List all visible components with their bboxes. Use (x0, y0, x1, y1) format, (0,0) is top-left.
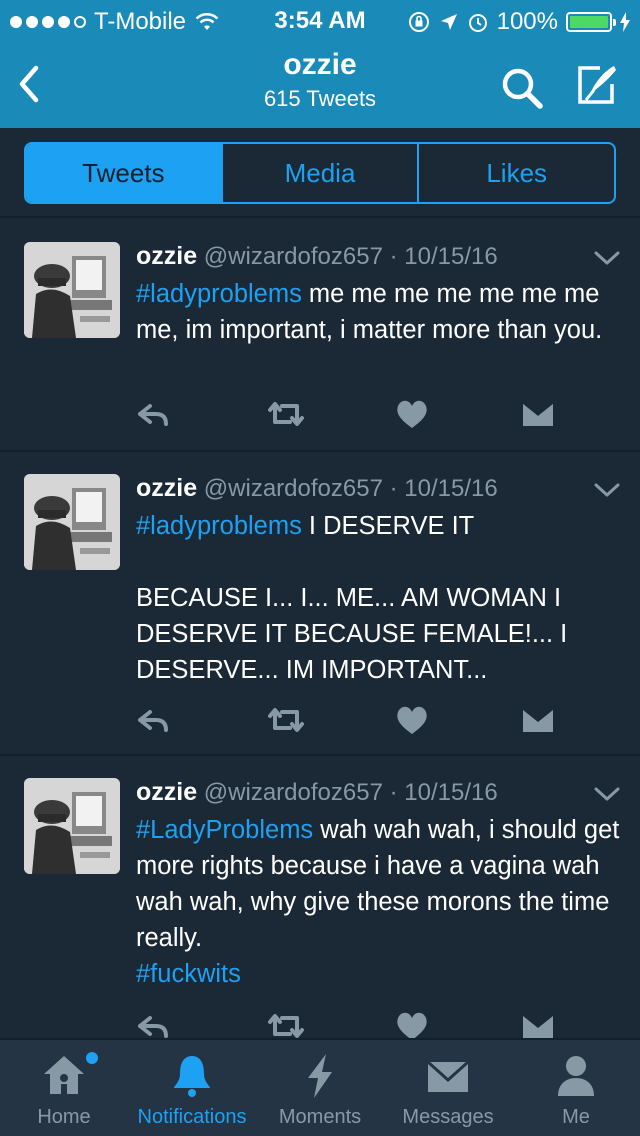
tab-messages-label: Messages (402, 1106, 494, 1128)
profile-segmented-control: Tweets Media Likes (24, 142, 616, 204)
unread-dot (86, 1052, 98, 1064)
reply-icon[interactable] (136, 702, 172, 738)
search-icon[interactable] (498, 64, 546, 112)
author-name[interactable]: ozzie (136, 474, 197, 502)
battery-icon (566, 12, 616, 32)
like-heart-icon[interactable] (394, 396, 430, 432)
tweet-actions (136, 702, 556, 738)
tweet-header: ozzie @wizardofoz657 · 10/15/16 (136, 242, 498, 271)
tab-home-label: Home (37, 1106, 91, 1128)
tweet-header: ozzie @wizardofoz657 · 10/15/16 (136, 778, 498, 807)
author-handle[interactable]: @wizardofoz657 (204, 475, 383, 502)
tab-moments-label: Moments (278, 1106, 362, 1128)
tweet-header: ozzie @wizardofoz657 · 10/15/16 (136, 474, 498, 503)
retweet-icon[interactable] (266, 702, 306, 738)
battery-percent: 100% (496, 8, 558, 35)
chevron-down-icon[interactable] (594, 482, 620, 498)
tab-notifications[interactable]: Notifications (128, 1040, 256, 1136)
tweet-text: #LadyProblems wah wah wah, i should get … (136, 812, 620, 992)
tweet-date: 10/15/16 (404, 243, 498, 270)
reply-icon[interactable] (136, 396, 172, 432)
tab-tweets[interactable]: Tweets (26, 144, 223, 202)
hashtag-link[interactable]: #ladyproblems (136, 280, 302, 308)
bell-icon (174, 1056, 210, 1097)
lightning-icon (308, 1054, 332, 1098)
tweet-item[interactable]: ozzie @wizardofoz657 · 10/15/16 #LadyPro… (0, 756, 640, 1040)
header-separator: · (389, 779, 398, 806)
author-name[interactable]: ozzie (136, 778, 197, 806)
author-handle[interactable]: @wizardofoz657 (204, 243, 383, 270)
direct-message-icon[interactable] (520, 396, 556, 432)
rotation-lock-icon (408, 12, 429, 32)
author-name[interactable]: ozzie (136, 242, 197, 270)
location-arrow-icon (440, 14, 457, 30)
tweet-text: #ladyproblems me me me me me me me me, i… (136, 276, 620, 348)
hashtag-link[interactable]: #LadyProblems (136, 816, 313, 844)
avatar[interactable] (24, 474, 120, 570)
avatar-image (24, 474, 120, 570)
tweet-item[interactable]: ozzie @wizardofoz657 · 10/15/16 #ladypro… (0, 452, 640, 756)
bottom-tab-bar: Home Notifications Moments Messages Me (0, 1038, 640, 1136)
author-handle[interactable]: @wizardofoz657 (204, 779, 383, 806)
alarm-clock-icon (468, 14, 487, 32)
top-bar: T-Mobile 3:54 AM 100% ozzie 615 Tweets (0, 0, 640, 128)
avatar[interactable] (24, 242, 120, 338)
tab-me[interactable]: Me (512, 1040, 640, 1136)
like-heart-icon[interactable] (394, 702, 430, 738)
status-right: 100% (407, 8, 630, 36)
status-bar: T-Mobile 3:54 AM 100% (0, 0, 640, 40)
tab-me-label: Me (562, 1106, 590, 1128)
tweet-item[interactable]: ozzie @wizardofoz657 · 10/15/16 #ladypro… (0, 220, 640, 452)
hashtag-link-2[interactable]: #fuckwits (136, 960, 241, 988)
home-icon (44, 1056, 84, 1094)
person-icon (558, 1056, 594, 1096)
tab-messages[interactable]: Messages (384, 1040, 512, 1136)
tweet-date: 10/15/16 (404, 779, 498, 806)
chevron-down-icon[interactable] (594, 250, 620, 266)
retweet-icon[interactable] (266, 396, 306, 432)
profile-tabs-bar: Tweets Media Likes (0, 128, 640, 218)
avatar-image (24, 778, 120, 874)
nav-bar: ozzie 615 Tweets (0, 40, 640, 128)
compose-tweet-icon[interactable] (572, 62, 620, 110)
tweet-actions (136, 396, 556, 432)
tab-moments[interactable]: Moments (256, 1040, 384, 1136)
header-separator: · (389, 243, 398, 270)
tab-media[interactable]: Media (223, 144, 420, 202)
tab-home[interactable]: Home (0, 1040, 128, 1136)
tab-likes[interactable]: Likes (419, 144, 614, 202)
tab-notifications-label: Notifications (137, 1106, 247, 1128)
hashtag-link[interactable]: #ladyproblems (136, 512, 302, 540)
chevron-down-icon[interactable] (594, 786, 620, 802)
avatar-image (24, 242, 120, 338)
tweet-text: #ladyproblems I DESERVE IT BECAUSE I... … (136, 508, 620, 688)
charging-bolt-icon (620, 12, 630, 32)
header-separator: · (389, 475, 398, 502)
avatar[interactable] (24, 778, 120, 874)
tweet-date: 10/15/16 (404, 475, 498, 502)
direct-message-icon[interactable] (520, 702, 556, 738)
envelope-icon (426, 1060, 470, 1092)
